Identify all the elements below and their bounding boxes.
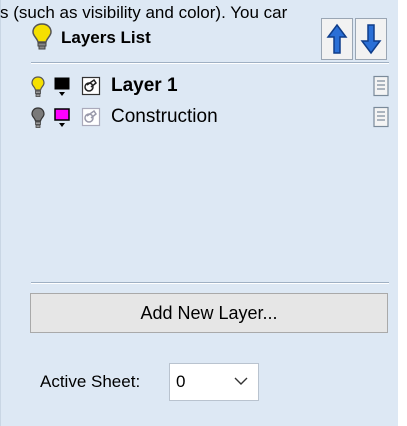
move-layer-down-button[interactable] xyxy=(355,18,387,60)
layers-panel: Layers List Layer 1 Construction Add New… xyxy=(0,0,398,426)
layer-type-icon xyxy=(81,76,101,96)
active-sheet-label: Active Sheet: xyxy=(40,372,141,391)
layers-header: Layers List xyxy=(31,18,396,64)
layer-row[interactable]: Construction xyxy=(31,104,391,132)
visibility-bulb-on-icon[interactable] xyxy=(31,76,45,98)
footer-divider xyxy=(31,282,389,284)
active-sheet-select[interactable]: 0 xyxy=(169,363,259,401)
layer-properties-icon[interactable] xyxy=(372,75,390,97)
add-new-layer-button[interactable]: Add New Layer... xyxy=(30,293,388,333)
panel-title: Layers List xyxy=(61,28,151,47)
arrow-down-icon xyxy=(360,24,382,55)
lightbulb-icon xyxy=(32,23,52,50)
visibility-bulb-off-icon[interactable] xyxy=(31,107,45,129)
layer-name[interactable]: Construction xyxy=(111,106,218,128)
active-sheet-value: 0 xyxy=(176,372,186,391)
arrow-up-icon xyxy=(326,23,348,54)
layer-color-swatch-icon[interactable] xyxy=(54,76,72,98)
header-divider xyxy=(31,62,389,64)
chevron-down-icon xyxy=(234,377,248,385)
layer-name[interactable]: Layer 1 xyxy=(111,75,178,97)
background-document-text: s (such as visibility and color). You ca… xyxy=(0,3,288,22)
layer-type-icon xyxy=(81,107,101,127)
move-layer-up-button[interactable] xyxy=(321,18,353,60)
layer-properties-icon[interactable] xyxy=(372,106,390,128)
layer-row[interactable]: Layer 1 xyxy=(31,73,391,101)
layer-color-swatch-icon[interactable] xyxy=(54,107,72,129)
